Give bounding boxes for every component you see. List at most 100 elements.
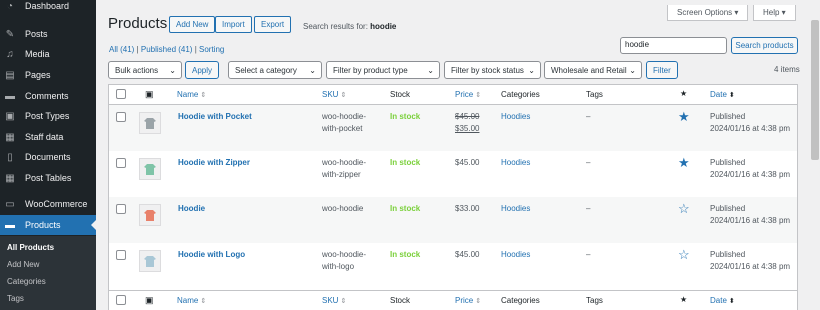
sku-line: woo-hoodie xyxy=(322,204,364,213)
apply-button[interactable]: Apply xyxy=(185,61,220,79)
select-all-checkbox[interactable] xyxy=(116,89,126,99)
product-name-link[interactable]: Hoodie xyxy=(178,203,205,215)
sort-icon: ⇕ xyxy=(340,298,347,305)
category-link[interactable]: Hoodies xyxy=(501,249,530,261)
category-link[interactable]: Hoodies xyxy=(501,203,530,215)
search-products-button[interactable]: Search products xyxy=(731,37,798,54)
search-input[interactable]: hoodie xyxy=(620,37,727,54)
column-stock: Stock xyxy=(390,296,411,305)
submenu-all-products[interactable]: All Products xyxy=(7,243,54,252)
stock-status: In stock xyxy=(390,250,421,259)
sidebar-item-dashboard[interactable]: ◔ Dashboard xyxy=(0,0,96,16)
column-price[interactable]: Price ⇕ xyxy=(455,296,481,305)
sort-desc-icon: ⬍ xyxy=(728,92,735,99)
post-date: 2024/01/16 at 4:38 pm xyxy=(710,216,791,225)
select-all-checkbox[interactable] xyxy=(116,295,126,305)
post-date: 2024/01/16 at 4:38 pm xyxy=(710,170,791,179)
sidebar-item-documents[interactable]: ▯ Documents xyxy=(0,147,96,167)
featured-star-icon[interactable]: ★ xyxy=(680,295,687,304)
sidebar-item-staff-data[interactable]: ▦ Staff data xyxy=(0,127,96,147)
date-cell: Published 2024/01/16 at 4:38 pm xyxy=(710,203,790,227)
sidebar-item-pages[interactable]: ▤ Pages xyxy=(0,65,96,85)
sidebar-item-media[interactable]: ♫ Media xyxy=(0,44,96,64)
product-thumbnail[interactable] xyxy=(139,112,161,134)
submenu-categories[interactable]: Categories xyxy=(7,277,46,286)
column-sku[interactable]: SKU ⇕ xyxy=(322,296,346,305)
view-all[interactable]: All (41) xyxy=(109,45,134,54)
screen-options-button[interactable]: Screen Options ▾ xyxy=(667,5,749,21)
bulk-actions-value: Bulk actions xyxy=(115,65,159,75)
wholesale-select[interactable]: Wholesale and Retail ⌄ xyxy=(544,61,642,79)
featured-star-icon[interactable]: ★ xyxy=(680,89,687,98)
price-cell: $45.00 $35.00 xyxy=(455,111,479,135)
product-thumbnail[interactable] xyxy=(139,158,161,180)
documents-icon: ▯ xyxy=(7,151,13,163)
add-new-button[interactable]: Add New xyxy=(169,16,216,33)
view-published[interactable]: Published (41) xyxy=(141,45,193,54)
import-button[interactable]: Import xyxy=(215,16,252,33)
column-price[interactable]: Price ⇕ xyxy=(455,90,481,99)
category-select[interactable]: Select a category ⌄ xyxy=(228,61,322,79)
sidebar-item-posts[interactable]: ✎ Posts xyxy=(0,24,96,44)
sku-line: woo-hoodie- xyxy=(322,250,367,259)
column-name-label: Name xyxy=(177,296,199,305)
category-link[interactable]: Hoodies xyxy=(501,111,530,123)
chevron-down-icon: ⌄ xyxy=(629,66,636,75)
row-checkbox[interactable] xyxy=(116,250,126,260)
row-checkbox[interactable] xyxy=(116,204,126,214)
table-row: Hoodie woo-hoodie In stock $33.00 Hoodie… xyxy=(109,197,797,243)
bulk-actions-select[interactable]: Bulk actions ⌄ xyxy=(108,61,182,79)
table-row: Hoodie with Pocket woo-hoodie-with-pocke… xyxy=(109,105,797,151)
products-table: ▣ Name ⇕ SKU ⇕ Stock Price ⇕ Categories Tag… xyxy=(108,84,798,310)
column-date[interactable]: Date ⬍ xyxy=(710,296,735,305)
search-term: hoodie xyxy=(370,22,397,31)
featured-star-filled-icon[interactable]: ★ xyxy=(678,156,690,169)
column-sku[interactable]: SKU ⇕ xyxy=(322,90,346,99)
items-count: 4 items xyxy=(774,65,800,74)
sidebar-item-label: Pages xyxy=(25,70,51,80)
featured-star-filled-icon[interactable]: ★ xyxy=(678,110,690,123)
category-link[interactable]: Hoodies xyxy=(501,157,530,169)
sidebar-item-post-types[interactable]: ▣ Post Types xyxy=(0,106,96,126)
date-cell: Published 2024/01/16 at 4:38 pm xyxy=(710,249,790,273)
sort-icon: ⇕ xyxy=(475,298,482,305)
image-column-icon: ▣ xyxy=(145,89,154,99)
sku-cell: woo-hoodie-with-pocket xyxy=(322,111,366,135)
view-sorting[interactable]: Sorting xyxy=(199,45,224,54)
scrollbar-thumb[interactable] xyxy=(811,20,819,160)
product-thumbnail[interactable] xyxy=(139,204,161,226)
product-type-value: Filter by product type xyxy=(333,65,408,75)
column-name-label: Name xyxy=(177,90,199,99)
column-name[interactable]: Name ⇕ xyxy=(177,90,206,99)
product-type-select[interactable]: Filter by product type ⌄ xyxy=(326,61,440,79)
sort-icon: ⇕ xyxy=(200,92,207,99)
column-date[interactable]: Date ⬍ xyxy=(710,90,735,99)
sidebar-item-comments[interactable]: ▬ Comments xyxy=(0,86,96,106)
submenu-add-new[interactable]: Add New xyxy=(7,260,39,269)
price-cell: $45.00 xyxy=(455,250,480,259)
help-button[interactable]: Help ▾ xyxy=(753,5,796,21)
export-button[interactable]: Export xyxy=(254,16,292,33)
featured-star-outline-icon[interactable]: ☆ xyxy=(678,202,690,215)
sidebar-item-woocommerce[interactable]: ▭ WooCommerce xyxy=(0,194,96,214)
sidebar-item-post-tables[interactable]: ▦ Post Tables xyxy=(0,168,96,188)
sidebar-item-label: Dashboard xyxy=(25,1,70,11)
featured-star-outline-icon[interactable]: ☆ xyxy=(678,248,690,261)
post-status: Published xyxy=(710,158,746,167)
column-name[interactable]: Name ⇕ xyxy=(177,296,206,305)
row-checkbox[interactable] xyxy=(116,112,126,122)
filter-button[interactable]: Filter xyxy=(646,61,678,79)
submenu-tags[interactable]: Tags xyxy=(7,294,24,303)
stock-status-select[interactable]: Filter by stock status ⌄ xyxy=(444,61,541,79)
sort-icon: ⇕ xyxy=(475,92,482,99)
product-name-link[interactable]: Hoodie with Pocket xyxy=(178,111,252,123)
sidebar-item-products[interactable]: ▬ Products xyxy=(0,215,96,235)
product-name-link[interactable]: Hoodie with Zipper xyxy=(178,157,250,169)
sku-cell: woo-hoodie-with-zipper xyxy=(322,157,366,181)
column-categories: Categories xyxy=(501,90,540,99)
row-checkbox[interactable] xyxy=(116,158,126,168)
product-name-link[interactable]: Hoodie with Logo xyxy=(178,249,245,261)
product-thumbnail[interactable] xyxy=(139,250,161,272)
sidebar-item-label: Posts xyxy=(25,29,48,39)
sku-cell: woo-hoodie-with-logo xyxy=(322,249,366,273)
